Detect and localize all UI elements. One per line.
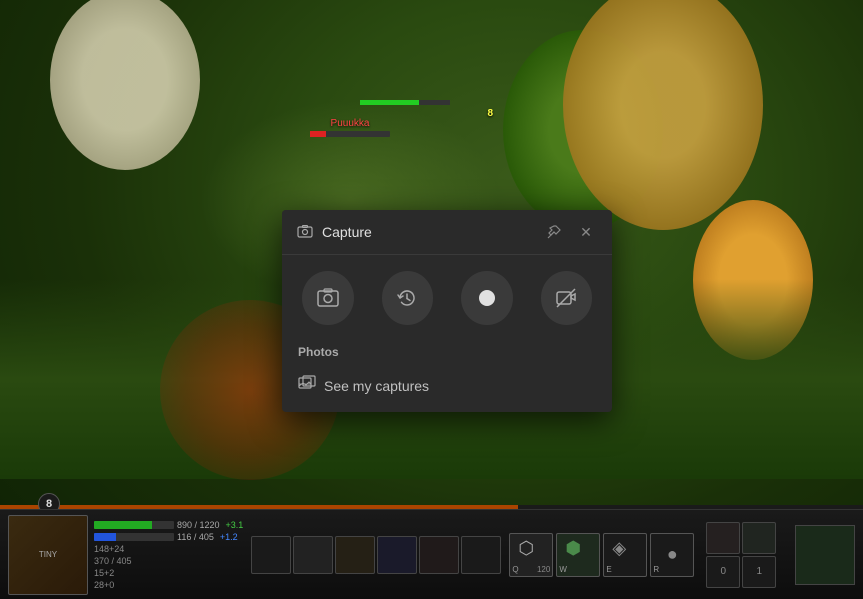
ally-health-bar	[360, 100, 450, 105]
minimap[interactable]	[795, 525, 855, 585]
item-slots	[251, 536, 501, 574]
close-button[interactable]: ✕	[574, 220, 598, 244]
hp-row: 890 / 1220 +3.1	[94, 520, 243, 530]
enemy-name: Puuukka	[331, 118, 370, 129]
sec-item-4[interactable]: 1	[742, 556, 776, 588]
ability-r[interactable]: ● R	[650, 533, 694, 577]
item-slot-5[interactable]	[419, 536, 459, 574]
capture-dialog: Capture ✕	[282, 210, 612, 412]
item-slot-3[interactable]	[335, 536, 375, 574]
stat-extra-2: 370 / 405	[94, 556, 243, 566]
stat-extra-3: 15+2	[94, 568, 243, 578]
ability-w[interactable]: ⬢ W	[556, 533, 600, 577]
hp-fill	[94, 521, 152, 529]
hp-delta: +3.1	[226, 520, 244, 530]
screenshot-button[interactable]	[302, 271, 354, 325]
enemy-hp-bar-bg	[310, 131, 390, 137]
pin-button[interactable]	[542, 220, 566, 244]
record-button[interactable]	[461, 271, 513, 325]
enemy-health-bar: Puuukka	[310, 118, 390, 137]
captures-gallery-icon	[298, 375, 316, 396]
mp-fill	[94, 533, 116, 541]
secondary-items-row2: 0 1	[706, 556, 776, 588]
capture-buttons-row	[282, 255, 612, 341]
hero-name-label: TINY	[39, 550, 57, 559]
item-slot-1[interactable]	[251, 536, 291, 574]
enemy-hp-fill	[310, 131, 326, 137]
see-my-captures-text: See my captures	[324, 378, 429, 394]
close-icon: ✕	[580, 224, 592, 241]
mp-bar	[94, 533, 174, 541]
stat-extra-4: 28+0	[94, 580, 243, 590]
hp-bar	[94, 521, 174, 529]
capture-dialog-icon	[296, 223, 314, 241]
sec-item-2[interactable]	[742, 522, 776, 554]
item-slot-6[interactable]	[461, 536, 501, 574]
capture-title-actions: ✕	[542, 220, 598, 244]
replay-button[interactable]	[382, 271, 434, 325]
ally-hp-fill	[360, 100, 419, 105]
item-slot-2[interactable]	[293, 536, 333, 574]
hero-portrait: TINY	[8, 515, 88, 595]
mp-row: 116 / 405 +1.2	[94, 532, 243, 542]
ability-q[interactable]: ⬡ Q 120	[509, 533, 553, 577]
mp-value: 116 / 405	[177, 532, 214, 542]
capture-title: Capture	[322, 224, 534, 240]
sec-item-1[interactable]	[706, 522, 740, 554]
secondary-item-slots: 0 1	[706, 522, 776, 588]
sec-item-3[interactable]: 0	[706, 556, 740, 588]
ability-e[interactable]: ◈ E	[603, 533, 647, 577]
bg-tree-white	[50, 0, 200, 170]
stat-extra-1: 148+24	[94, 544, 243, 554]
ability-slots: ⬡ Q 120 ⬢ W ◈ E ● R	[509, 533, 694, 577]
hud-bar: TINY 890 / 1220 +3.1 116 / 405 +1.2 148+…	[0, 509, 863, 599]
mp-delta: +1.2	[220, 532, 238, 542]
ally-hp-number: 8	[487, 108, 493, 119]
webcam-button[interactable]	[541, 271, 593, 325]
photos-label: Photos	[282, 341, 612, 367]
see-my-captures-link[interactable]: See my captures	[282, 367, 612, 412]
record-indicator	[479, 290, 495, 306]
hp-value: 890 / 1220	[177, 520, 220, 530]
hero-stats: 890 / 1220 +3.1 116 / 405 +1.2 148+24 37…	[94, 520, 243, 590]
game-background: Puuukka 8 8 TINY 890 / 1220 +3.1	[0, 0, 863, 599]
item-slot-4[interactable]	[377, 536, 417, 574]
secondary-items-row1	[706, 522, 776, 554]
capture-title-bar: Capture ✕	[282, 210, 612, 255]
ally-hp-bar-bg	[360, 100, 450, 105]
